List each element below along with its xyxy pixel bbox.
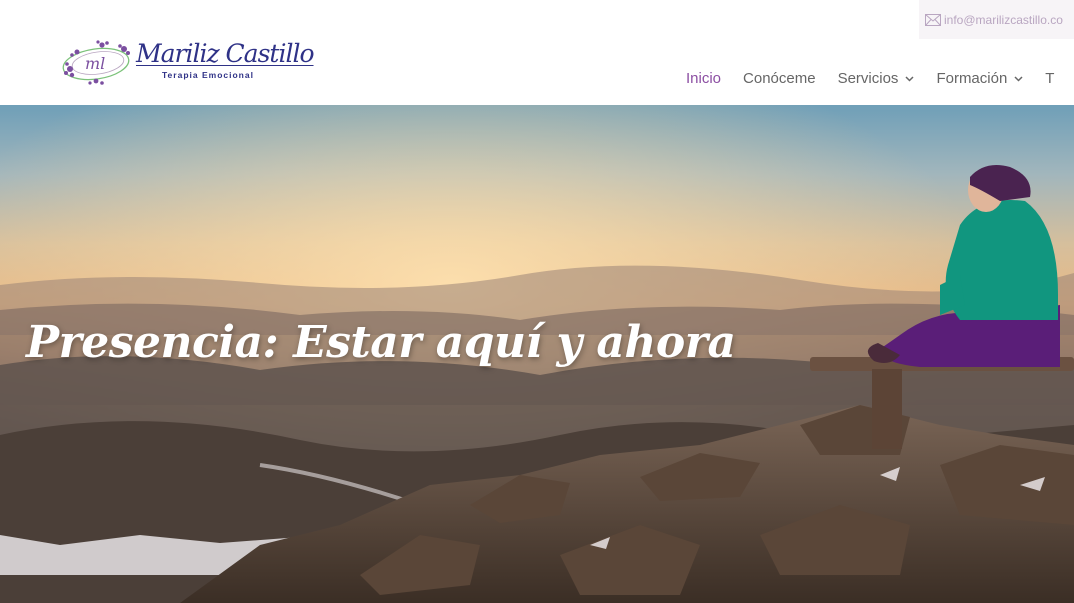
site-logo[interactable]: ml Mariliz Castillo Terapia Emocional bbox=[62, 38, 315, 88]
logo-monogram: ml bbox=[85, 54, 105, 73]
site-header: ml Mariliz Castillo Terapia Emocional In… bbox=[0, 0, 1074, 105]
nav-item-servicios[interactable]: Servicios bbox=[838, 70, 915, 87]
chevron-down-icon bbox=[905, 75, 914, 82]
logo-subtitle: Terapia Emocional bbox=[162, 70, 254, 80]
hero-title: Presencia: Estar aquí y ahora bbox=[26, 317, 736, 368]
nav-item-formacion[interactable]: Formación bbox=[936, 70, 1023, 87]
logo-flower-mark: ml bbox=[62, 39, 134, 87]
nav-item-inicio[interactable]: Inicio bbox=[686, 70, 721, 87]
nav-item-conoceme[interactable]: Conóceme bbox=[743, 70, 816, 87]
main-nav: Inicio Conóceme Servicios Formación T bbox=[686, 70, 1074, 87]
logo-name: Mariliz Castillo bbox=[136, 39, 315, 68]
chevron-down-icon bbox=[1014, 75, 1023, 82]
nav-item-truncated[interactable]: T bbox=[1045, 70, 1054, 87]
hero-banner: Presencia: Estar aquí y ahora bbox=[0, 105, 1074, 603]
